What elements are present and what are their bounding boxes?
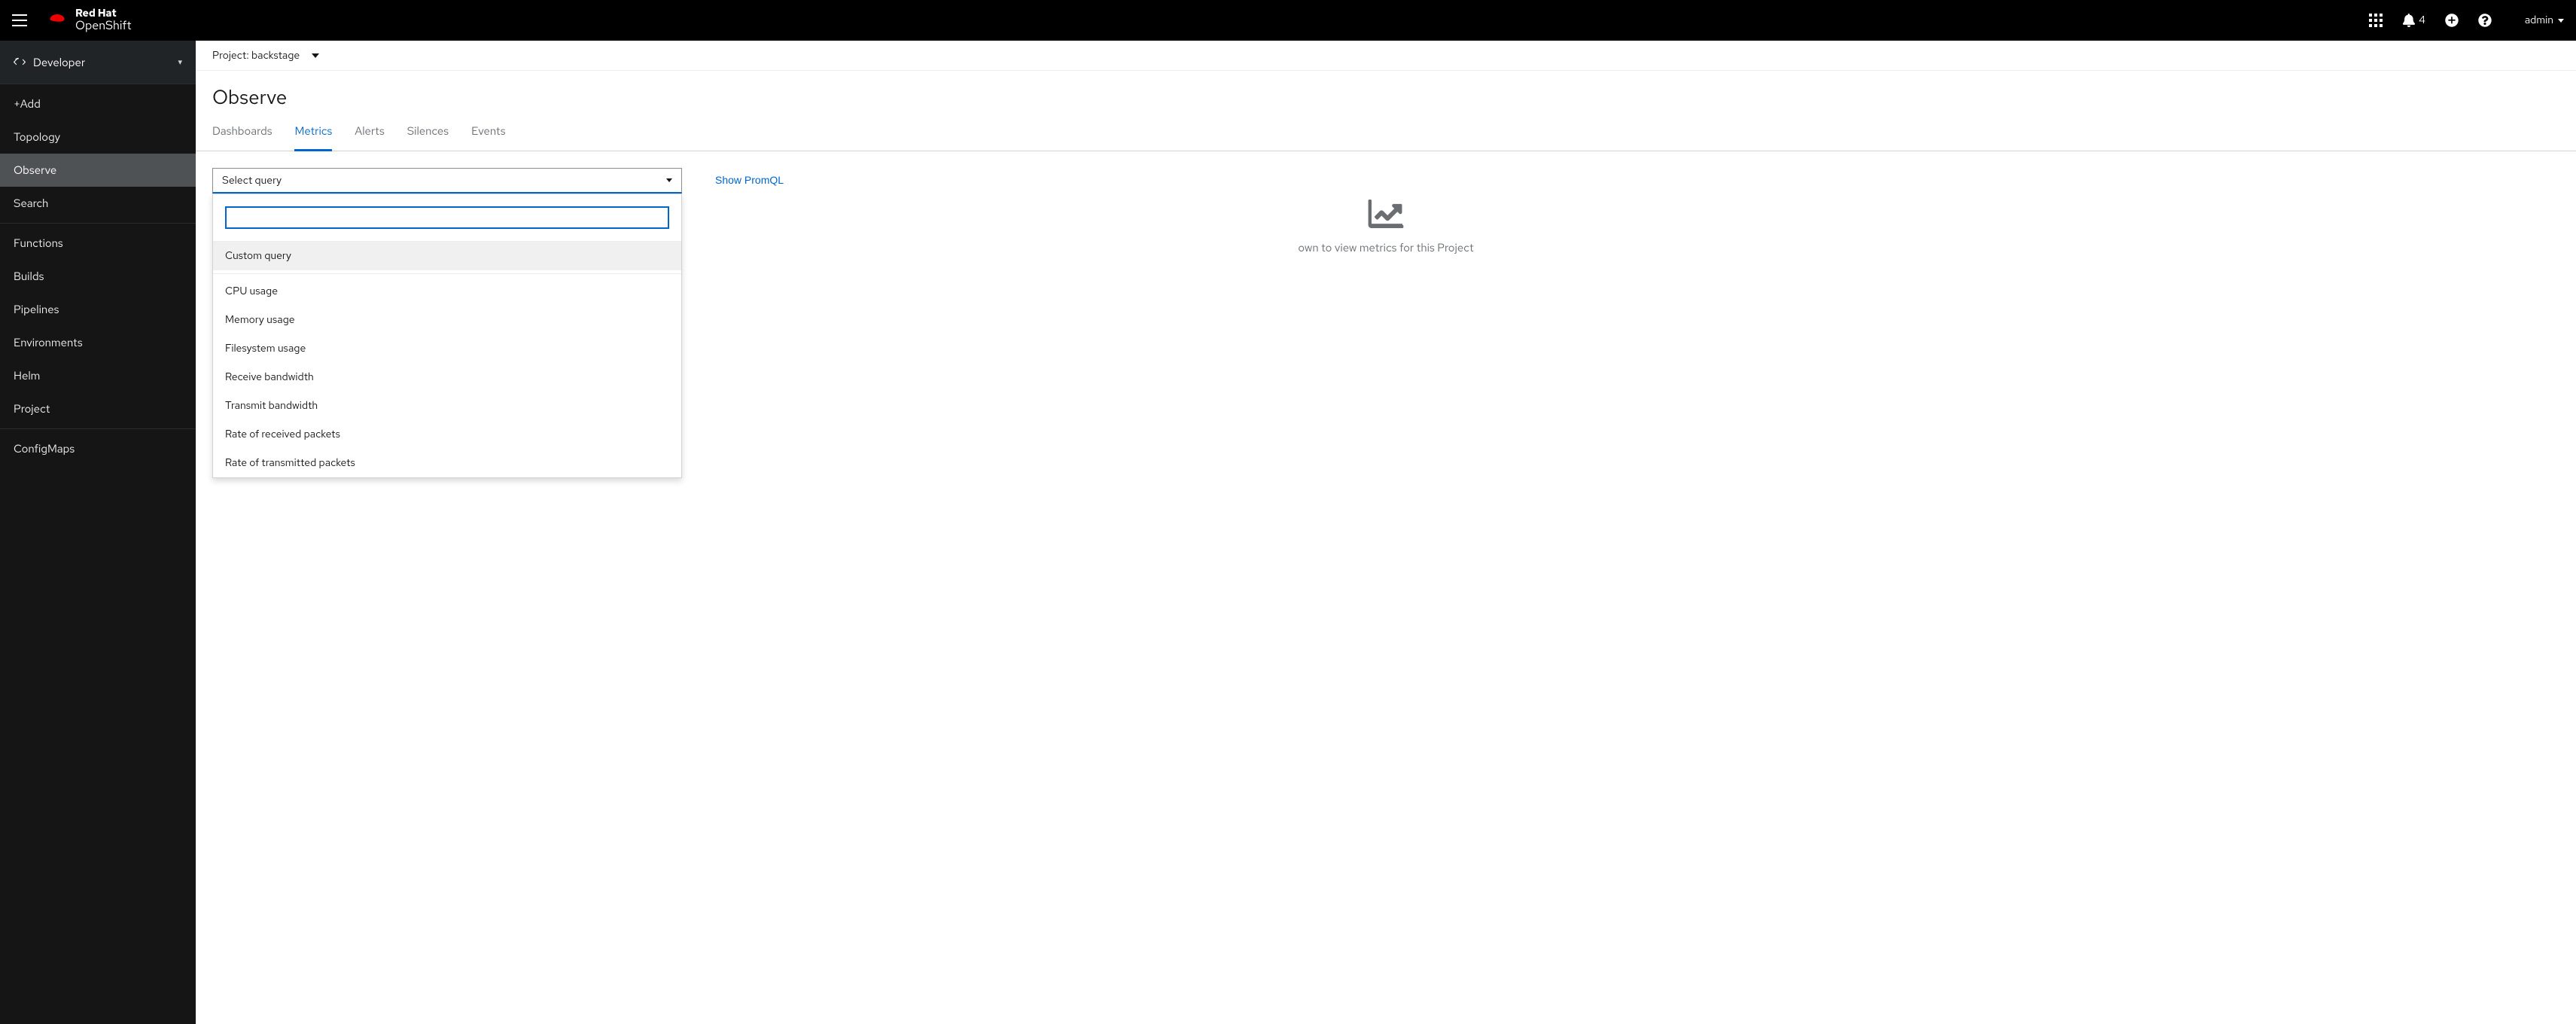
dropdown-item-filesystem-usage[interactable]: Filesystem usage — [213, 334, 681, 363]
nav-item-search[interactable]: Search — [0, 187, 196, 220]
page-body: own to view metrics for this Project Sel… — [196, 151, 2576, 210]
nav-item-configmaps[interactable]: ConfigMaps — [0, 432, 196, 465]
nav-item-helm[interactable]: Helm — [0, 359, 196, 392]
tab-label: Silences — [407, 123, 449, 139]
tab-label: Dashboards — [212, 123, 272, 139]
query-dropdown: Custom query CPU usage Memory usage File… — [212, 194, 682, 478]
dropdown-item-label: Receive bandwidth — [225, 370, 314, 384]
notification-count: 4 — [2419, 14, 2425, 27]
nav-item-add[interactable]: +Add — [0, 87, 196, 120]
project-selector[interactable]: Project: backstage — [212, 49, 319, 62]
nav-item-project[interactable]: Project — [0, 392, 196, 425]
tab-label: Events — [471, 123, 505, 139]
tab-alerts[interactable]: Alerts — [355, 123, 384, 151]
chart-line-icon — [1368, 200, 1404, 228]
dropdown-item-label: Memory usage — [225, 313, 295, 327]
notifications-button[interactable]: 4 — [2402, 14, 2425, 27]
brand-text: Red Hat OpenShift — [75, 8, 132, 32]
tab-dashboards[interactable]: Dashboards — [212, 123, 272, 151]
dropdown-item-label: Rate of transmitted packets — [225, 456, 355, 470]
nav-label: Functions — [14, 236, 63, 251]
masthead-tools: 4 admin — [2369, 14, 2564, 27]
dropdown-separator — [213, 273, 681, 274]
dropdown-item-cpu-usage[interactable]: CPU usage — [213, 277, 681, 306]
nav-item-pipelines[interactable]: Pipelines — [0, 293, 196, 326]
dropdown-item-custom-query[interactable]: Custom query — [213, 242, 681, 270]
show-promql-button[interactable]: Show PromQL — [715, 168, 784, 186]
main-content: Project: backstage Observe Dashboards Me… — [196, 41, 2576, 1024]
nav-label: Search — [14, 196, 48, 211]
query-select-label: Select query — [222, 174, 282, 187]
dropdown-item-label: Custom query — [225, 249, 291, 263]
query-select-wrap: Select query Custom query CPU usage Memo… — [212, 168, 682, 194]
page-header: Observe — [196, 71, 2576, 110]
nav-label: Helm — [14, 368, 40, 383]
nav-item-observe[interactable]: Observe — [0, 154, 196, 187]
empty-hint: own to view metrics for this Project — [1298, 240, 1473, 255]
nav-label: Topology — [14, 130, 60, 145]
perspective-switcher[interactable]: Developer ▾ — [0, 41, 196, 84]
nav-label: Project — [14, 401, 50, 416]
nav-item-topology[interactable]: Topology — [0, 120, 196, 154]
chevron-down-icon: ▾ — [178, 57, 182, 68]
nav-item-environments[interactable]: Environments — [0, 326, 196, 359]
tab-label: Alerts — [355, 123, 384, 139]
dropdown-item-transmit-bandwidth[interactable]: Transmit bandwidth — [213, 392, 681, 420]
nav-label: ConfigMaps — [14, 441, 75, 456]
dropdown-item-rx-packets[interactable]: Rate of received packets — [213, 420, 681, 449]
nav-label: +Add — [14, 96, 41, 111]
user-name: admin — [2525, 14, 2553, 27]
nav-toggle-button[interactable] — [12, 11, 30, 29]
dropdown-item-label: Filesystem usage — [225, 342, 306, 355]
nav-label: Observe — [14, 163, 56, 178]
dropdown-item-label: CPU usage — [225, 285, 278, 298]
code-icon — [14, 56, 26, 69]
tabs: Dashboards Metrics Alerts Silences Event… — [196, 110, 2576, 151]
brand-logo[interactable]: Red Hat OpenShift — [47, 8, 132, 32]
nav-label: Environments — [14, 335, 83, 350]
nav-label: Builds — [14, 269, 44, 284]
perspective-label: Developer — [33, 55, 178, 70]
dropdown-item-label: Transmit bandwidth — [225, 399, 318, 413]
caret-down-icon — [2558, 19, 2564, 23]
dropdown-item-memory-usage[interactable]: Memory usage — [213, 306, 681, 334]
caret-down-icon — [312, 53, 319, 58]
dropdown-item-tx-packets[interactable]: Rate of transmitted packets — [213, 449, 681, 477]
query-select-toggle[interactable]: Select query — [212, 168, 682, 194]
app-launcher-icon[interactable] — [2369, 14, 2383, 27]
dropdown-search-wrap — [213, 194, 681, 242]
tab-metrics[interactable]: Metrics — [294, 123, 332, 151]
tab-events[interactable]: Events — [471, 123, 505, 151]
sidebar: Developer ▾ +Add Topology Observe Search… — [0, 41, 196, 1024]
dropdown-item-receive-bandwidth[interactable]: Receive bandwidth — [213, 363, 681, 392]
masthead: Red Hat OpenShift 4 admin — [0, 0, 2576, 41]
project-bar: Project: backstage — [196, 41, 2576, 71]
nav-item-functions[interactable]: Functions — [0, 227, 196, 260]
nav-label: Pipelines — [14, 302, 59, 317]
nav-group-main: +Add Topology Observe Search — [0, 84, 196, 224]
tab-silences[interactable]: Silences — [407, 123, 449, 151]
caret-down-icon — [666, 178, 672, 182]
bell-icon — [2402, 14, 2416, 27]
nav-item-builds[interactable]: Builds — [0, 260, 196, 293]
project-label: Project: backstage — [212, 49, 300, 62]
dropdown-search-input[interactable] — [225, 206, 669, 229]
nav-group-config: ConfigMaps — [0, 429, 196, 468]
user-menu[interactable]: admin — [2525, 14, 2564, 27]
import-icon[interactable] — [2445, 14, 2459, 27]
brand-line2: OpenShift — [75, 20, 132, 32]
query-row: Select query Custom query CPU usage Memo… — [212, 168, 2559, 194]
dropdown-item-label: Rate of received packets — [225, 428, 340, 441]
tab-label: Metrics — [294, 123, 332, 139]
nav-group-resources: Functions Builds Pipelines Environments … — [0, 224, 196, 429]
page-title: Observe — [212, 84, 2559, 110]
help-icon[interactable] — [2478, 14, 2492, 27]
redhat-icon — [47, 12, 68, 29]
